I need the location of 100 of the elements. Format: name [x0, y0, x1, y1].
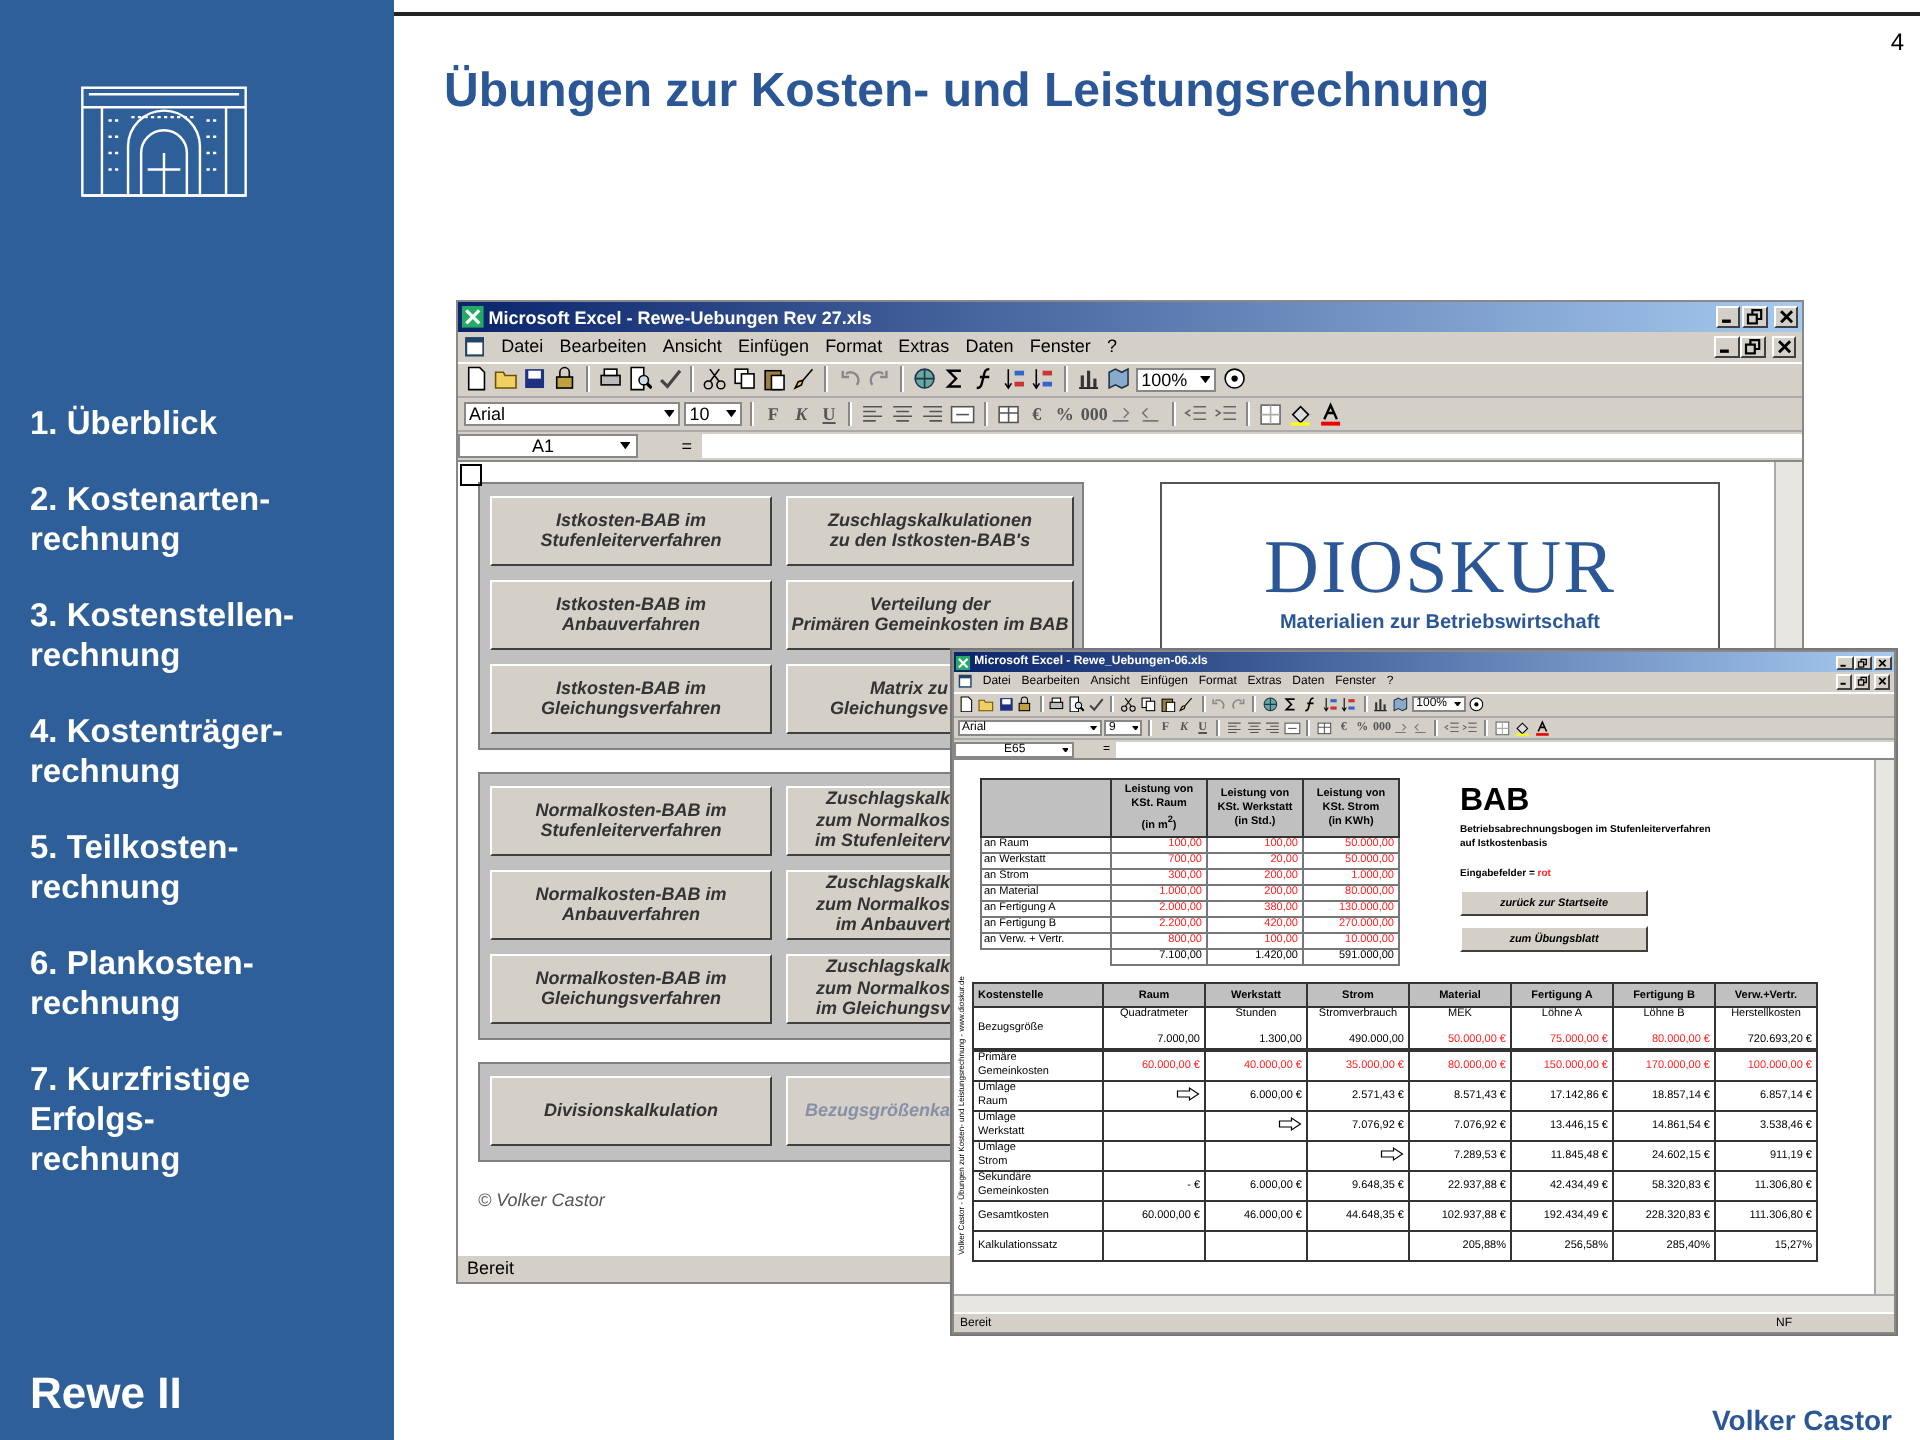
scissors-icon[interactable]	[1119, 695, 1137, 713]
new-file-icon[interactable]	[957, 695, 975, 713]
minimize-button[interactable]	[1715, 306, 1741, 329]
sum-icon[interactable]	[1281, 695, 1299, 713]
minimize-button[interactable]	[1713, 336, 1740, 358]
navigation-button[interactable]: Verteilung der Primären Gemeinkosten im BAB	[786, 579, 1074, 650]
workbook-icon[interactable]	[957, 674, 972, 690]
checkmark-icon[interactable]	[1088, 695, 1105, 713]
chapter-link[interactable]: 6. Plankosten- rechnung	[30, 944, 254, 1024]
navigation-button[interactable]: Istkosten-BAB im Anbauverfahren	[490, 579, 772, 650]
save-icon[interactable]	[522, 366, 548, 393]
workbook-icon[interactable]	[463, 336, 485, 358]
navigation-button[interactable]: Zuschlagskalkulationen zu den Istkosten-BAB's	[786, 495, 1074, 566]
outdent-icon[interactable]	[1443, 719, 1460, 737]
name-box[interactable]: A1	[458, 433, 638, 458]
format-button[interactable]: K	[789, 403, 813, 424]
print-preview-icon[interactable]	[627, 366, 653, 393]
chapter-link[interactable]: 4. Kostenträger- rechnung	[30, 712, 284, 792]
function-icon[interactable]	[1301, 695, 1319, 713]
increase-decimal-icon[interactable]	[1391, 719, 1409, 737]
lock-icon[interactable]	[1016, 695, 1034, 713]
font-dropdown[interactable]: Arial	[463, 402, 680, 426]
menu-item[interactable]: Extras	[898, 336, 950, 357]
indent-icon[interactable]	[1462, 719, 1480, 737]
align-right-icon[interactable]	[920, 401, 946, 427]
scissors-icon[interactable]	[702, 366, 728, 393]
chapter-link[interactable]: 7. Kurzfristige Erfolgs- rechnung	[30, 1060, 251, 1180]
merge-cells-icon[interactable]	[1284, 719, 1302, 737]
sort-descending-icon[interactable]	[1340, 695, 1358, 713]
decrease-decimal-icon[interactable]	[1411, 719, 1429, 737]
map-icon[interactable]	[1105, 366, 1132, 393]
printer-icon[interactable]	[1048, 695, 1066, 713]
bar-chart-icon[interactable]	[1076, 366, 1102, 393]
clipboard-icon[interactable]	[761, 366, 788, 393]
align-right-icon[interactable]	[1264, 719, 1282, 737]
menu-item[interactable]: Einfügen	[737, 336, 809, 357]
fill-color-icon[interactable]	[1514, 719, 1531, 737]
menu-item[interactable]: Format	[825, 336, 883, 357]
close-button[interactable]	[1773, 306, 1799, 329]
merge-cells-icon[interactable]	[950, 401, 976, 427]
clipboard-icon[interactable]	[1159, 695, 1176, 713]
vertical-scrollbar[interactable]	[1874, 760, 1894, 1295]
sort-ascending-icon[interactable]	[1321, 695, 1338, 713]
navigation-button[interactable]: Zuschlagskalk zum Normalkos im Gleichungsv	[786, 953, 950, 1024]
dropdown-arrow-icon[interactable]	[1061, 747, 1069, 753]
dropdown-arrow-icon[interactable]	[725, 410, 736, 418]
navigation-button[interactable]: Zuschlagskalk zum Normalkos im Anbauvert	[786, 869, 950, 940]
navigation-button[interactable]: Istkosten-BAB im Stufenleiterverfahren	[490, 495, 772, 566]
save-icon[interactable]	[997, 695, 1014, 713]
restore-button[interactable]	[1742, 306, 1768, 329]
fill-color-icon[interactable]	[1288, 401, 1314, 427]
minimize-button[interactable]	[1835, 674, 1853, 690]
dropdown-arrow-icon[interactable]	[1090, 725, 1098, 731]
align-center-icon[interactable]	[890, 401, 916, 427]
checkmark-icon[interactable]	[657, 366, 683, 393]
menu-item[interactable]: Fenster	[1029, 336, 1091, 357]
formula-input[interactable]	[1116, 741, 1894, 758]
formula-input[interactable]	[701, 433, 1802, 458]
chapter-link[interactable]: 1. Überblick	[30, 404, 218, 444]
open-folder-icon[interactable]	[977, 695, 995, 713]
brush-icon[interactable]	[1178, 695, 1196, 713]
restore-button[interactable]	[1740, 336, 1767, 358]
menu-item[interactable]: Ansicht	[662, 336, 722, 357]
globe-icon[interactable]	[912, 366, 938, 393]
menu-item[interactable]: Daten	[965, 336, 1014, 357]
dropdown-arrow-icon[interactable]	[1454, 701, 1462, 707]
menu-item[interactable]: Bearbeiten	[559, 336, 647, 357]
bar-chart-icon[interactable]	[1372, 695, 1390, 713]
chapter-link[interactable]: 2. Kostenarten- rechnung	[30, 480, 271, 560]
sum-icon[interactable]	[941, 366, 967, 393]
font-color-icon[interactable]	[1533, 719, 1551, 737]
chapter-link[interactable]: 3. Kostenstellen- rechnung	[30, 596, 295, 676]
horizontal-scrollbar[interactable]	[954, 1294, 1894, 1312]
borders-icon[interactable]	[1258, 401, 1285, 427]
sort-descending-icon[interactable]	[1030, 366, 1056, 393]
navigation-button[interactable]: Normalkosten-BAB im Stufenleiterverfahren	[490, 785, 772, 856]
format-button[interactable]: U	[817, 403, 841, 424]
align-left-icon[interactable]	[860, 401, 887, 427]
navigation-button[interactable]: Zuschlagskalk zum Normalkos im Stufenleiterv	[786, 785, 950, 856]
menu-item[interactable]: ?	[1107, 336, 1118, 357]
open-folder-icon[interactable]	[493, 366, 519, 393]
chapter-link[interactable]: 5. Teilkosten- rechnung	[30, 828, 239, 908]
align-left-icon[interactable]	[1225, 719, 1243, 737]
format-button[interactable]: F	[761, 403, 786, 424]
close-button[interactable]	[1771, 336, 1797, 358]
font-color-icon[interactable]	[1318, 401, 1344, 427]
new-file-icon[interactable]	[463, 366, 489, 393]
restore-button[interactable]	[1854, 655, 1872, 670]
dropdown-arrow-icon[interactable]	[619, 442, 631, 450]
borders-icon[interactable]	[1494, 719, 1512, 737]
dropdown-arrow-icon[interactable]	[1131, 725, 1139, 731]
number-format-button[interactable]: 000	[1080, 403, 1105, 424]
navigation-button[interactable]: Normalkosten-BAB im Gleichungsverfahren	[490, 953, 772, 1024]
dropdown-arrow-icon[interactable]	[1200, 375, 1211, 384]
zoom-dropdown[interactable]: 100%	[1135, 367, 1217, 392]
brush-icon[interactable]	[791, 366, 817, 393]
number-format-button[interactable]: €	[1025, 403, 1049, 424]
navigation-button[interactable]: Divisionskalkulation	[490, 1075, 772, 1146]
copy-icon[interactable]	[1139, 695, 1157, 713]
copy-icon[interactable]	[732, 366, 758, 393]
